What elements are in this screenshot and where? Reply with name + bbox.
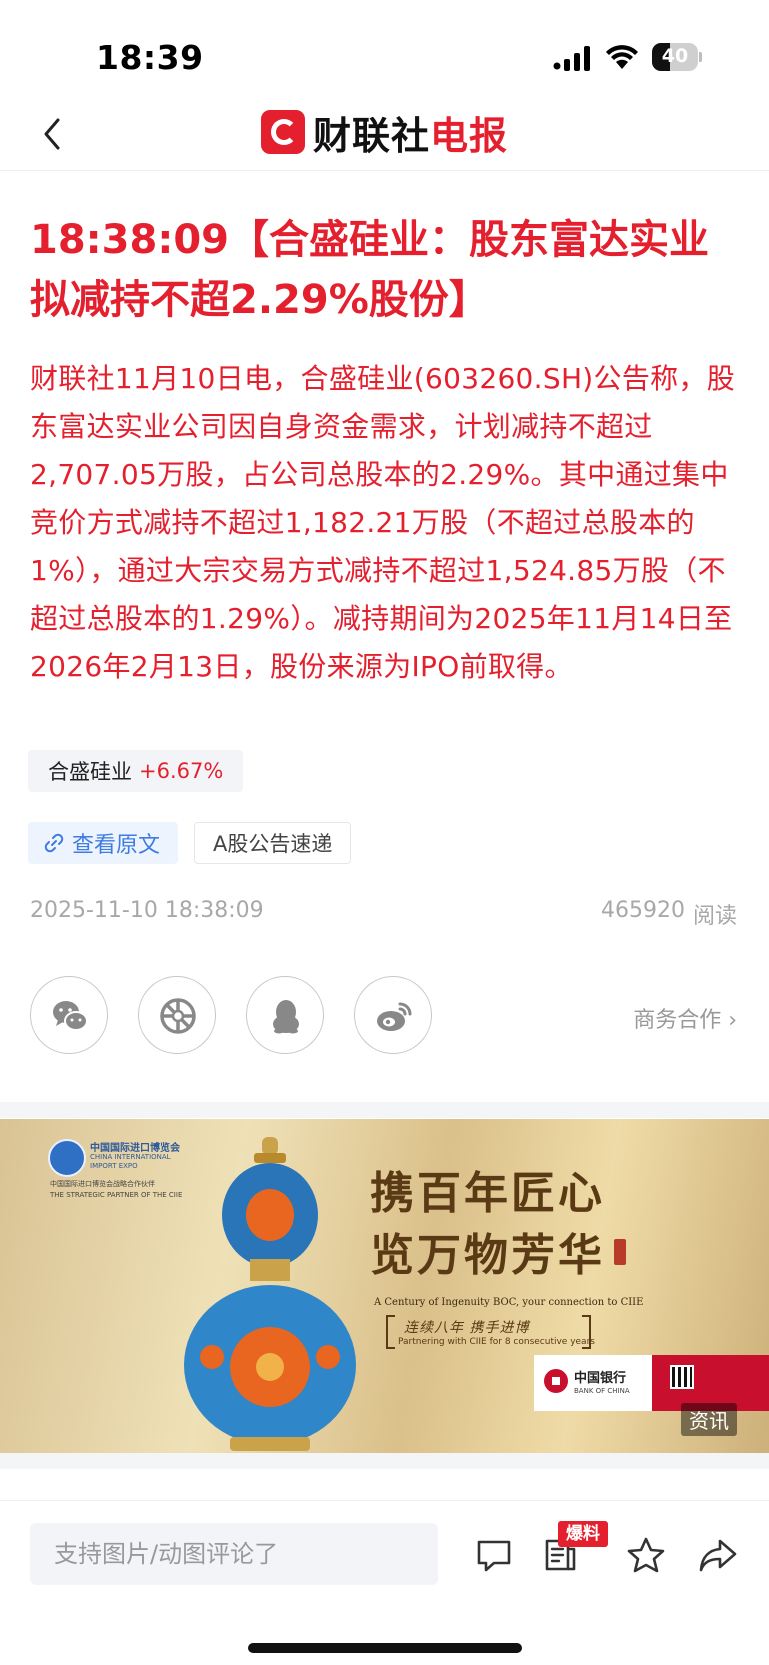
ad-slogan-line1: 携百年匠心 xyxy=(370,1168,605,1219)
home-indicator xyxy=(248,1643,522,1653)
tag-row: 查看原文 A股公告速递 xyxy=(28,822,352,864)
link-icon xyxy=(44,833,64,853)
view-original-button[interactable]: 查看原文 xyxy=(28,822,179,864)
star-icon xyxy=(627,1537,665,1573)
ad-label: 资讯 xyxy=(681,1403,737,1436)
ad-expo-name-en: CHINA INTERNATIONAL IMPORT EXPO xyxy=(90,1153,171,1170)
bottom-action-bar: 爆料 xyxy=(0,1500,769,1611)
app-logo: 财联社 电报 xyxy=(261,107,509,158)
article-body: 财联社11月10日电，合盛硅业(603260.SH)公告称，股东富达实业公司因自… xyxy=(30,362,736,683)
share-button[interactable] xyxy=(698,1535,738,1575)
status-bar: 18:39 40 xyxy=(0,0,769,100)
back-arrow-icon[interactable] xyxy=(38,112,66,156)
qr-code-icon xyxy=(670,1365,694,1389)
wechat-icon xyxy=(53,1001,88,1031)
ad-banner[interactable]: 中国国际进口博览会 CHINA INTERNATIONAL IMPORT EXP… xyxy=(0,1119,769,1453)
stock-change: +6.67% xyxy=(139,759,224,783)
share-qq-button[interactable] xyxy=(246,976,324,1054)
battery-indicator: 40 xyxy=(652,43,702,71)
ad-partnership-cn: 连续八年 携手进博 xyxy=(404,1320,530,1336)
ciie-logo-icon xyxy=(48,1139,86,1177)
bank-of-china-logo: 中国银行 BANK OF CHINA xyxy=(534,1355,652,1411)
ad-expo-name-cn: 中国国际进口博览会 xyxy=(90,1143,180,1154)
comment-input[interactable] xyxy=(30,1523,438,1585)
read-count-value: 465920 xyxy=(601,898,685,923)
share-moments-button[interactable] xyxy=(138,976,216,1054)
battery-level: 40 xyxy=(661,45,689,67)
bracket-right xyxy=(582,1315,591,1349)
ad-partner-en: THE STRATEGIC PARTNER OF THE CIIE xyxy=(50,1191,183,1199)
read-count-label: 阅读 xyxy=(692,904,737,929)
bracket-left xyxy=(386,1315,395,1349)
cellular-signal-icon xyxy=(553,46,590,71)
share-weibo-button[interactable] xyxy=(354,976,432,1054)
bank-name-en: BANK OF CHINA xyxy=(574,1387,630,1395)
share-wechat-button[interactable] xyxy=(30,976,108,1054)
ad-tagline-en: A Century of Ingenuity BOC, your connect… xyxy=(374,1297,644,1308)
ad-partnership-en: Partnering with CIIE for 8 consecutive y… xyxy=(398,1337,595,1347)
section-divider xyxy=(0,1453,769,1469)
boc-emblem-icon xyxy=(544,1369,568,1393)
article-headline: 18:38:09【合盛硅业：股东富达实业拟减持不超2.29%股份】 xyxy=(30,217,709,323)
bank-name-cn: 中国银行 xyxy=(574,1371,627,1386)
stock-tag[interactable]: 合盛硅业 +6.67% xyxy=(28,750,244,792)
view-original-label: 查看原文 xyxy=(72,833,161,858)
topic-tag[interactable]: A股公告速递 xyxy=(194,822,352,864)
business-cooperation-link[interactable]: 商务合作 › xyxy=(633,1002,737,1034)
logo-text-telegraph: 电报 xyxy=(430,113,509,158)
weibo-icon xyxy=(377,1002,412,1031)
section-divider xyxy=(0,1102,769,1118)
ad-partner-cn: 中国国际进口博览会战略合作伙伴 xyxy=(50,1180,155,1188)
comment-icon xyxy=(477,1540,511,1572)
logo-text-brand: 财联社 xyxy=(313,113,431,158)
publish-date: 2025-11-10 18:38:09 xyxy=(30,898,264,923)
favorite-button[interactable] xyxy=(626,1535,666,1575)
stock-name: 合盛硅业 xyxy=(48,760,132,784)
wifi-icon xyxy=(606,45,638,69)
qq-icon xyxy=(273,1000,299,1034)
report-badge: 爆料 xyxy=(558,1521,608,1547)
nav-bar: 财联社 电报 xyxy=(0,100,769,171)
comment-button[interactable] xyxy=(474,1535,514,1575)
seal-stamp-icon xyxy=(614,1239,626,1265)
status-time: 18:39 xyxy=(96,38,204,77)
cloisonne-vase-image xyxy=(184,1137,356,1451)
read-count: 465920 阅读 xyxy=(601,898,737,930)
cls-logo-icon xyxy=(261,110,305,154)
ad-slogan-line2: 览万物芳华 xyxy=(370,1230,605,1281)
moments-icon xyxy=(160,998,196,1034)
share-icon xyxy=(699,1539,737,1572)
